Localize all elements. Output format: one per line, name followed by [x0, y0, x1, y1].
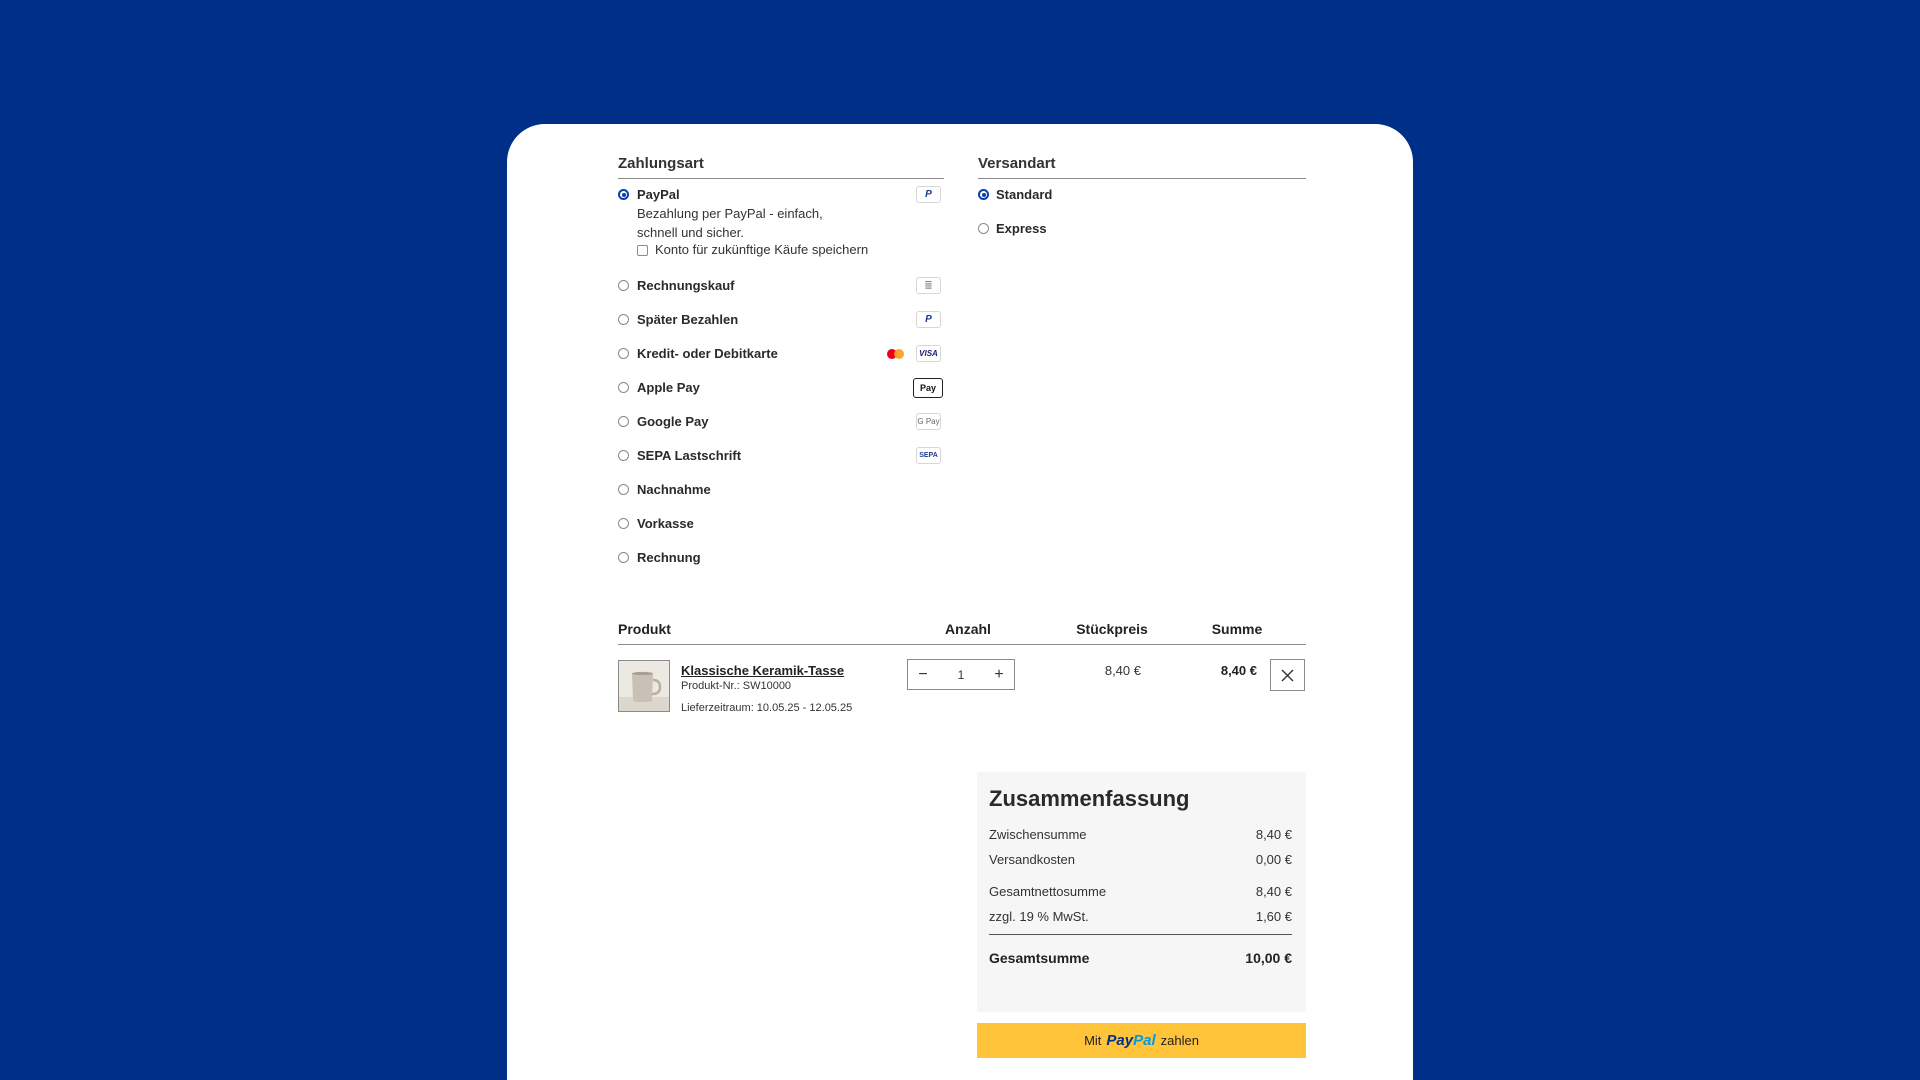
cart-header-divider	[618, 644, 1306, 645]
payment-option-label: Später Bezahlen	[637, 312, 739, 327]
decrease-quantity-button[interactable]: −	[908, 660, 938, 689]
summary-total-value: 10,00 €	[1245, 950, 1292, 966]
kreditkarte-radio[interactable]	[618, 348, 629, 359]
summary-label: Zwischensumme	[989, 827, 1087, 842]
paypal-button-prefix: Mit	[1084, 1033, 1102, 1048]
paypal-radio[interactable]	[618, 189, 629, 200]
summary-value: 1,60 €	[1255, 909, 1292, 924]
line-total: 8,40 €	[1220, 663, 1257, 678]
paypal-button-suffix: zahlen	[1160, 1033, 1199, 1048]
paypal-pay-button[interactable]: Mit PayPal zahlen	[977, 1023, 1306, 1058]
summary-divider	[989, 934, 1292, 935]
payment-option-label: SEPA Lastschrift	[637, 448, 742, 463]
summary-value: 8,40 €	[1255, 827, 1292, 842]
summary-value: 0,00 €	[1255, 852, 1292, 867]
payment-option-label: Google Pay	[637, 414, 709, 429]
close-icon	[1281, 669, 1294, 681]
paypal-description: Bezahlung per PayPal - einfach, schnell …	[637, 204, 857, 242]
shipping-option-label: Standard	[996, 187, 1053, 202]
save-account-label: Konto für zukünftige Käufe speichern	[655, 242, 869, 257]
summary-label: Gesamtnettosumme	[989, 884, 1107, 899]
shipping-divider	[978, 178, 1306, 179]
sepa-radio[interactable]	[618, 450, 629, 461]
column-header-unit-price: Stückpreis	[1076, 621, 1148, 637]
summary-value: 8,40 €	[1255, 884, 1292, 899]
paypal-description-line: Bezahlung per PayPal - einfach,	[637, 206, 823, 221]
column-header-quantity: Anzahl	[945, 621, 991, 637]
paypal-logo: PayPal	[1106, 1032, 1156, 1049]
invoice-icon: ≣	[916, 277, 941, 294]
payment-option-label: Nachnahme	[637, 482, 711, 497]
paypal-description-line: schnell und sicher.	[637, 225, 744, 240]
payment-option-label: PayPal	[637, 187, 680, 202]
increase-quantity-button[interactable]: +	[984, 660, 1014, 689]
express-radio[interactable]	[978, 223, 989, 234]
product-number: Produkt-Nr.: SW10000	[681, 680, 792, 692]
product-name-link[interactable]: Klassische Keramik-Tasse	[681, 663, 844, 678]
paypal-icon: P	[916, 186, 941, 203]
payment-option-label: Kredit- oder Debitkarte	[637, 346, 778, 361]
rechnung-radio[interactable]	[618, 552, 629, 563]
payment-section-title: Zahlungsart	[618, 155, 704, 172]
paypal-icon: P	[916, 311, 941, 328]
google-pay-radio[interactable]	[618, 416, 629, 427]
payment-option-label: Vorkasse	[637, 516, 694, 531]
apple-pay-radio[interactable]	[618, 382, 629, 393]
summary-title: Zusammenfassung	[989, 786, 1190, 811]
payment-option-label: Rechnung	[637, 550, 701, 565]
summary-label: zzgl. 19 % MwSt.	[989, 909, 1089, 924]
apple-pay-icon: Pay	[913, 378, 943, 398]
shipping-option-label: Express	[996, 221, 1047, 236]
spaeter-bezahlen-radio[interactable]	[618, 314, 629, 325]
column-header-product: Produkt	[618, 621, 671, 637]
sepa-icon: SEPA	[916, 447, 941, 464]
rechnungskauf-radio[interactable]	[618, 280, 629, 291]
column-header-total: Summe	[1211, 621, 1263, 637]
payment-option-label: Rechnungskauf	[637, 278, 735, 293]
visa-icon: VISA	[916, 345, 941, 362]
unit-price: 8,40 €	[1104, 663, 1141, 678]
payment-divider	[618, 178, 944, 179]
quantity-stepper: − +	[907, 659, 1015, 690]
standard-radio[interactable]	[978, 189, 989, 200]
mug-image	[619, 661, 669, 711]
product-thumbnail[interactable]	[618, 660, 670, 712]
mastercard-icon	[883, 345, 908, 362]
summary-total-label: Gesamtsumme	[989, 950, 1090, 966]
shipping-section-title: Versandart	[978, 155, 1056, 172]
delivery-period: Lieferzeitraum: 10.05.25 - 12.05.25	[681, 702, 853, 714]
google-pay-icon: G Pay	[916, 413, 941, 430]
save-account-checkbox[interactable]	[637, 245, 648, 256]
checkout-card: Zahlungsart PayPal P Bezahlung per PayPa…	[507, 124, 1413, 1080]
remove-item-button[interactable]	[1270, 659, 1305, 691]
order-summary: Zusammenfassung Zwischensumme 8,40 € Ver…	[977, 772, 1306, 1012]
nachnahme-radio[interactable]	[618, 484, 629, 495]
payment-option-label: Apple Pay	[637, 380, 700, 395]
quantity-input[interactable]	[938, 660, 984, 689]
summary-label: Versandkosten	[989, 852, 1076, 867]
vorkasse-radio[interactable]	[618, 518, 629, 529]
